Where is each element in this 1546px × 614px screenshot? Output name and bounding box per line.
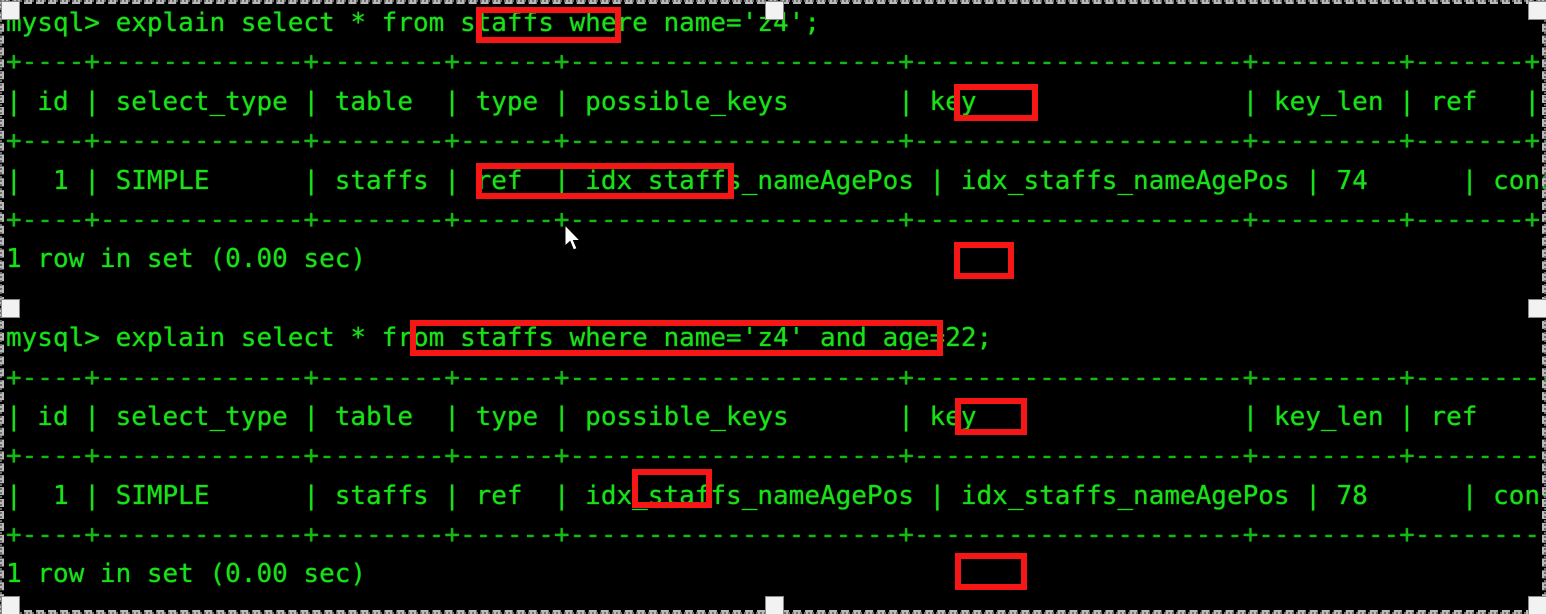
table-rule: +----+-------------+--------+------+----… — [6, 47, 1546, 78]
table-data-row: | 1 | SIMPLE | staffs | ref | idx_staffs… — [6, 480, 1546, 511]
table-rule: +----+-------------+--------+------+----… — [6, 362, 1546, 393]
resize-handle-bottom-center[interactable] — [765, 596, 784, 614]
table-data-row: | 1 | SIMPLE | staffs | ref | idx_staffs… — [6, 165, 1546, 196]
resize-handle-bottom-left[interactable] — [1, 596, 20, 614]
table-rule: +----+-------------+--------+------+----… — [6, 126, 1546, 157]
table-header-row: | id | select_type | table | type | poss… — [6, 86, 1541, 117]
table-rule: +----+-------------+--------+------+----… — [6, 520, 1546, 551]
explain-block: mysql> explain select * from staffs wher… — [6, 319, 1546, 614]
resize-handle-middle-right[interactable] — [1528, 299, 1546, 318]
resize-handle-bottom-right[interactable] — [1528, 596, 1546, 614]
terminal-output: mysql> explain select * from staffs wher… — [6, 4, 1546, 614]
resize-handle-middle-left[interactable] — [1, 299, 20, 318]
table-rule: +----+-------------+--------+------+----… — [6, 204, 1546, 235]
table-header-row: | id | select_type | table | type | poss… — [6, 401, 1478, 432]
query-status-line: 1 row in set (0.00 sec) — [6, 244, 367, 275]
explain-block: mysql> explain select * from staffs wher… — [6, 4, 1546, 319]
table-rule: +----+-------------+--------+------+----… — [6, 441, 1546, 472]
resize-handle-top-right[interactable] — [1528, 1, 1546, 20]
query-status-line: 1 row in set (0.00 sec) — [6, 559, 367, 590]
resize-handle-top-center[interactable] — [765, 1, 784, 20]
terminal-command-line: mysql> explain select * from staffs wher… — [6, 323, 993, 354]
terminal-screenshot: mysql> explain select * from staffs wher… — [0, 0, 1546, 614]
resize-handle-top-left[interactable] — [1, 1, 20, 20]
